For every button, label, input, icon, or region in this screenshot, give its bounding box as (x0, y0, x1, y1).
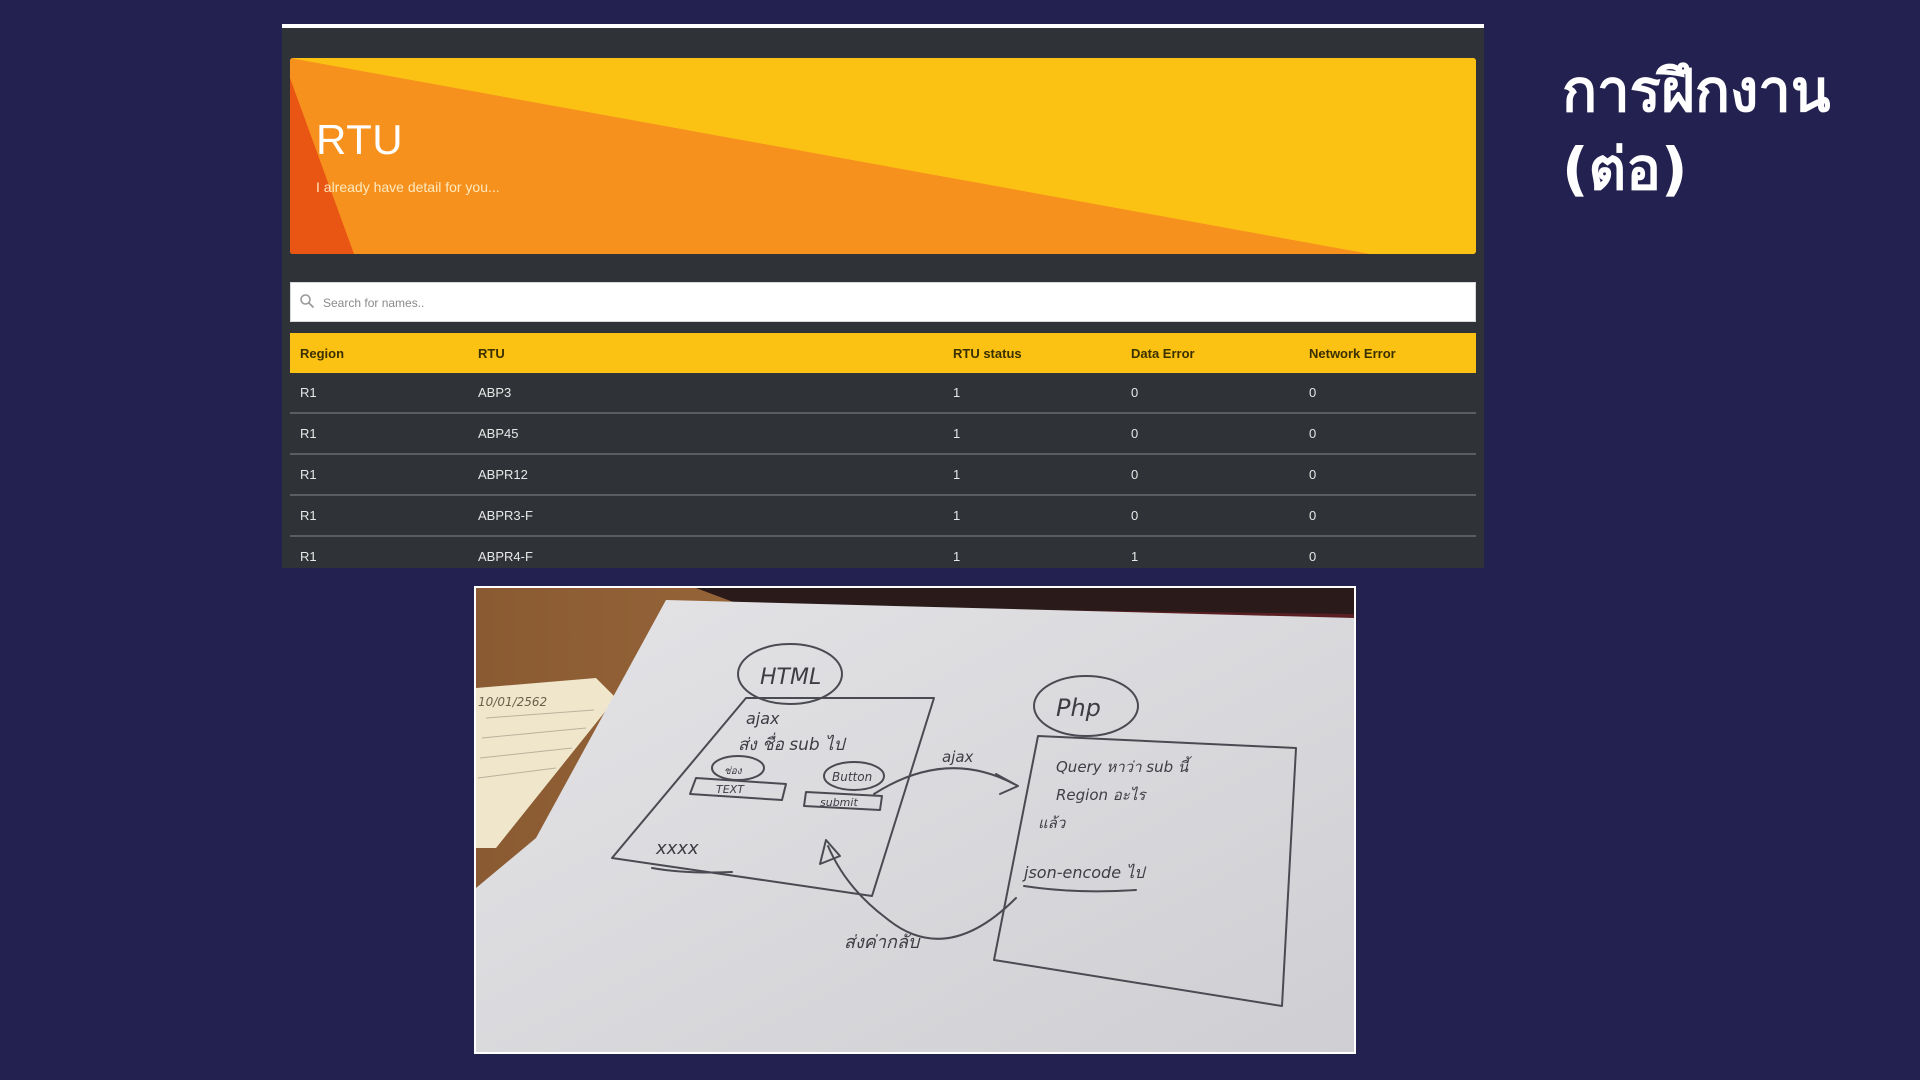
sketch-html-label: HTML (760, 665, 821, 690)
cell-data-error: 0 (1121, 413, 1299, 455)
cell-network-error: 0 (1299, 413, 1476, 455)
sketch-circle-1-label: ช่อง (724, 766, 743, 777)
cell-region: R1 (290, 454, 468, 496)
column-header-data-error[interactable]: Data Error (1121, 333, 1299, 373)
cell-region: R1 (290, 373, 468, 414)
cell-rtu-status: 1 (943, 495, 1121, 537)
sketch-box-1-label: TEXT (716, 783, 745, 796)
cell-rtu: ABPR12 (468, 454, 943, 496)
cell-network-error: 0 (1299, 454, 1476, 496)
page-subtitle: I already have detail for you... (316, 179, 500, 195)
table-row[interactable]: R1 ABPR12 1 0 0 (290, 454, 1476, 496)
sketch-marks: xxxx (655, 838, 699, 859)
cell-rtu-status: 1 (943, 373, 1121, 414)
cell-data-error: 1 (1121, 536, 1299, 568)
banner-background (290, 58, 1476, 254)
cell-rtu-status: 1 (943, 454, 1121, 496)
column-header-network-error[interactable]: Network Error (1299, 333, 1476, 373)
column-header-rtu-status[interactable]: RTU status (943, 333, 1121, 373)
cell-network-error: 0 (1299, 495, 1476, 537)
header-banner: RTU I already have detail for you... (290, 58, 1476, 254)
sketch-circle-2-label: Button (832, 770, 872, 784)
table-row[interactable]: R1 ABP45 1 0 0 (290, 413, 1476, 455)
rtu-table: Region RTU RTU status Data Error Network… (290, 333, 1476, 568)
cell-region: R1 (290, 536, 468, 568)
sketch-arrow-label: ajax (942, 748, 974, 766)
cell-rtu: ABPR4-F (468, 536, 943, 568)
search-icon (299, 293, 315, 314)
cell-rtu-status: 1 (943, 413, 1121, 455)
cell-data-error: 0 (1121, 495, 1299, 537)
table-row[interactable]: R1 ABP3 1 0 0 (290, 373, 1476, 414)
column-header-region[interactable]: Region (290, 333, 468, 373)
sketch-right-line-3: แล้ว (1038, 814, 1067, 832)
sketch-right-line-4: json-encode ไป (1022, 863, 1147, 882)
heading-line-1: การฝึกงาน (1562, 57, 1831, 125)
column-header-rtu[interactable]: RTU (468, 333, 943, 373)
table-row[interactable]: R1 ABPR4-F 1 1 0 (290, 536, 1476, 568)
sketch-photo: 10/01/2562 HTML Php ajax ส่ง ชื่อ sub ไป… (474, 586, 1356, 1054)
sketch-left-line-2: ส่ง ชื่อ sub ไป (738, 732, 847, 755)
table-row[interactable]: R1 ABPR3-F 1 0 0 (290, 495, 1476, 537)
sketch-date: 10/01/2562 (478, 695, 547, 709)
cell-rtu: ABPR3-F (468, 495, 943, 537)
sketch-return-label: ส่งค่ากลับ (844, 932, 921, 953)
cell-region: R1 (290, 413, 468, 455)
sketch-box-2-label: submit (820, 796, 858, 809)
sketch-left-line-1: ajax (746, 709, 780, 728)
cell-region: R1 (290, 495, 468, 537)
cell-data-error: 0 (1121, 373, 1299, 414)
heading-line-2: (ต่อ) (1562, 135, 1688, 203)
sketch-drawing: 10/01/2562 HTML Php ajax ส่ง ชื่อ sub ไป… (476, 588, 1354, 1052)
cell-network-error: 0 (1299, 373, 1476, 414)
cell-data-error: 0 (1121, 454, 1299, 496)
search-bar[interactable] (290, 282, 1476, 322)
cell-rtu: ABP3 (468, 373, 943, 414)
sketch-right-line-2: Region อะไร (1056, 786, 1147, 804)
rtu-app-screenshot: RTU I already have detail for you... Reg… (282, 24, 1484, 568)
slide-heading: การฝึกงาน (ต่อ) (1562, 52, 1902, 208)
table-header-row: Region RTU RTU status Data Error Network… (290, 333, 1476, 373)
cell-network-error: 0 (1299, 536, 1476, 568)
cell-rtu: ABP45 (468, 413, 943, 455)
sketch-right-line-1: Query หาว่า sub นี้ (1056, 756, 1193, 776)
sketch-php-label: Php (1056, 694, 1101, 722)
page-title: RTU (316, 116, 404, 163)
cell-rtu-status: 1 (943, 536, 1121, 568)
search-input[interactable] (321, 289, 1425, 317)
